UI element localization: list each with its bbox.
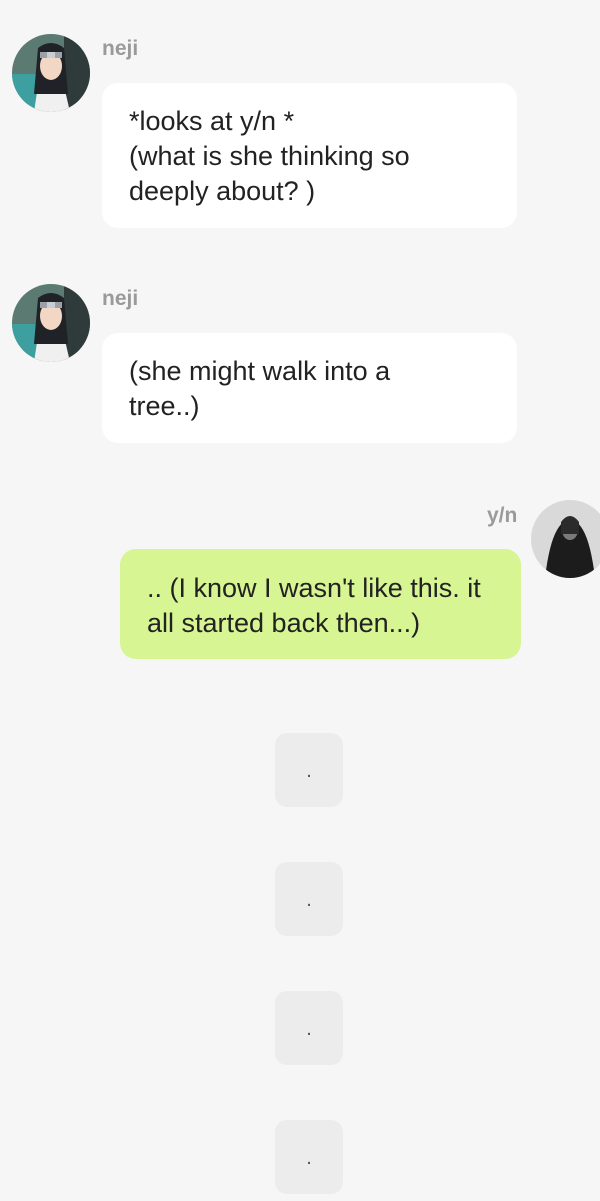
dot-message-bubble[interactable]: . <box>275 1120 343 1194</box>
neji-avatar-image <box>12 34 90 112</box>
neji-avatar[interactable] <box>12 34 90 112</box>
dot-message-bubble[interactable]: . <box>275 991 343 1065</box>
dot-message-bubble[interactable]: . <box>275 733 343 807</box>
sender-name: y/n <box>487 504 518 527</box>
message-bubble[interactable]: .. (I know I wasn't like this. it all st… <box>120 549 521 659</box>
yn-avatar-image <box>531 500 600 578</box>
neji-avatar-image <box>12 284 90 362</box>
dot-message-bubble[interactable]: . <box>275 862 343 936</box>
chat-thread: neji *looks at y/n * (what is she thinki… <box>0 0 600 1201</box>
sender-name: neji <box>102 37 139 60</box>
neji-avatar[interactable] <box>12 284 90 362</box>
message-bubble[interactable]: (she might walk into a tree..) <box>102 333 517 443</box>
message-bubble[interactable]: *looks at y/n * (what is she thinking so… <box>102 83 517 228</box>
sender-name: neji <box>102 287 139 310</box>
yn-avatar[interactable] <box>531 500 600 578</box>
